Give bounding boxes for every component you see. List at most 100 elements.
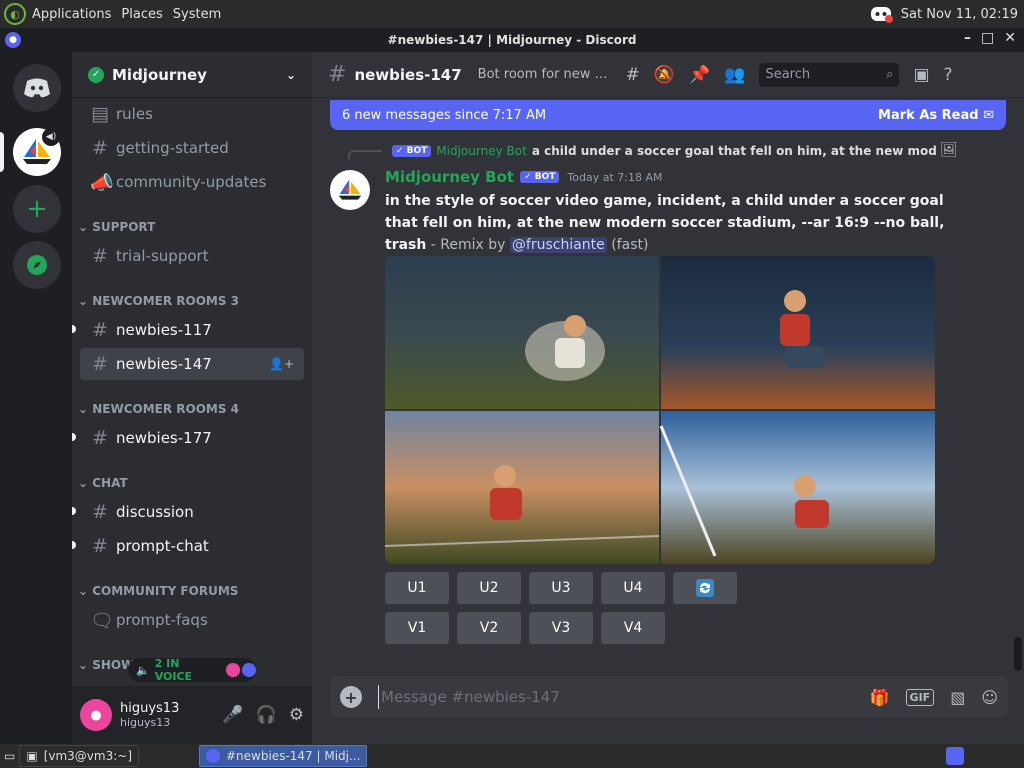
channel-discussion[interactable]: # discussion bbox=[80, 496, 304, 528]
message-header: Midjourney Bot ✓ BOT Today at 7:18 AM bbox=[385, 168, 663, 186]
search-input[interactable]: Search ⌕ bbox=[759, 62, 900, 87]
headphones-icon[interactable]: 🎧 bbox=[256, 705, 277, 725]
gift-icon[interactable]: 🎁 bbox=[870, 688, 890, 707]
server-rail: ◀) + bbox=[0, 52, 72, 744]
category-label: COMMUNITY FORUMS bbox=[92, 584, 239, 598]
avatar[interactable] bbox=[330, 170, 370, 210]
help-icon[interactable]: ? bbox=[944, 65, 953, 85]
server-header[interactable]: ✓ Midjourney ⌄ bbox=[72, 52, 312, 98]
os-top-panel: ◐ Applications Places System Sat Nov 11,… bbox=[0, 0, 1024, 28]
category-chat[interactable]: ⌄ CHAT bbox=[78, 476, 128, 490]
category-newcomer-rooms-3[interactable]: ⌄ NEWCOMER ROOMS 3 bbox=[78, 294, 239, 308]
inbox-icon[interactable]: ▣ bbox=[913, 65, 929, 85]
reply-preview[interactable]: ✓ BOT Midjourney Bot a child under a soc… bbox=[386, 144, 936, 158]
scrollbar[interactable] bbox=[1014, 637, 1022, 671]
variation-button-1[interactable]: V1 bbox=[385, 612, 449, 644]
members-icon[interactable]: 👥 bbox=[724, 65, 745, 85]
channel-prompt-faqs[interactable]: 🗨 prompt-faqs bbox=[80, 604, 304, 636]
voice-indicator-pill[interactable]: 🔈 2 IN VOICE bbox=[128, 657, 257, 683]
direct-messages-button[interactable] bbox=[13, 64, 61, 112]
voice-avatar bbox=[226, 663, 241, 677]
discord-tray-icon[interactable] bbox=[869, 5, 893, 23]
mark-read-icon: ✉ bbox=[983, 107, 994, 123]
user-panel: ● higuys13 higuys13 🎤 🎧 ⚙ bbox=[72, 686, 312, 744]
close-icon[interactable]: ✕ bbox=[1004, 30, 1016, 46]
menu-places[interactable]: Places bbox=[121, 7, 162, 22]
channel-rules[interactable]: ▤ rules bbox=[80, 98, 304, 130]
plus-icon: + bbox=[26, 194, 48, 224]
channel-newbies-117[interactable]: # newbies-117 bbox=[80, 314, 304, 346]
hash-icon: # bbox=[92, 245, 108, 267]
taskbar-item-discord[interactable]: #newbies-147 | Midj... bbox=[199, 745, 368, 767]
channel-header: # newbies-147 Bot room for new us... # 🔕… bbox=[312, 52, 1024, 98]
reply-connector bbox=[348, 150, 382, 160]
explore-servers-button[interactable] bbox=[13, 241, 61, 289]
discord-tray-icon[interactable] bbox=[946, 747, 964, 765]
threads-icon[interactable]: # bbox=[626, 65, 640, 85]
menu-system[interactable]: System bbox=[173, 7, 221, 22]
message-content: in the style of soccer video game, incid… bbox=[385, 190, 945, 256]
hash-thread-icon: # bbox=[92, 353, 108, 375]
message-author[interactable]: Midjourney Bot bbox=[385, 168, 514, 186]
reply-author[interactable]: Midjourney Bot bbox=[436, 144, 527, 158]
category-label: NEWCOMER ROOMS 4 bbox=[92, 402, 240, 416]
avatar[interactable]: ● bbox=[80, 699, 112, 731]
invite-icon[interactable]: 👤+ bbox=[269, 357, 294, 371]
mark-as-read-button[interactable]: Mark As Read ✉ bbox=[878, 108, 994, 123]
channel-sidebar: ✓ Midjourney ⌄ ▤ rules # getting-started 📣… bbox=[72, 52, 312, 744]
taskbar-item-terminal[interactable]: ▣ [vm3@vm3:~] bbox=[19, 745, 139, 767]
category-support[interactable]: ⌄ SUPPORT bbox=[78, 220, 155, 234]
message-input[interactable] bbox=[378, 685, 798, 709]
upscale-button-4[interactable]: U4 bbox=[601, 572, 665, 604]
channel-name: newbies-147 bbox=[354, 65, 462, 84]
discord-app-icon: ● bbox=[5, 32, 21, 48]
channel-label: newbies-117 bbox=[116, 321, 212, 339]
add-server-button[interactable]: + bbox=[13, 185, 61, 233]
user-mention[interactable]: @fruschiante bbox=[509, 237, 607, 253]
window-titlebar: ● #newbies-147 | Midjourney - Discord – … bbox=[0, 28, 1024, 52]
upscale-button-3[interactable]: U3 bbox=[529, 572, 593, 604]
clock[interactable]: Sat Nov 11, 02:19 bbox=[901, 7, 1018, 22]
channel-getting-started[interactable]: # getting-started bbox=[80, 132, 304, 164]
channel-trial-support[interactable]: # trial-support bbox=[80, 240, 304, 272]
channel-label: discussion bbox=[116, 503, 194, 521]
upscale-button-2[interactable]: U2 bbox=[457, 572, 521, 604]
user-info[interactable]: higuys13 higuys13 bbox=[120, 701, 179, 729]
minimize-icon[interactable]: – bbox=[964, 30, 971, 46]
unread-indicator bbox=[72, 325, 76, 333]
menu-applications[interactable]: Applications bbox=[32, 7, 111, 22]
reroll-button[interactable] bbox=[673, 572, 737, 604]
message-timestamp[interactable]: Today at 7:18 AM bbox=[567, 171, 662, 184]
notification-muted-icon[interactable]: 🔕 bbox=[654, 65, 675, 85]
new-messages-banner[interactable]: 6 new messages since 7:17 AM Mark As Rea… bbox=[330, 100, 1006, 130]
bot-badge: ✓ BOT bbox=[520, 171, 560, 183]
upscale-button-1[interactable]: U1 bbox=[385, 572, 449, 604]
channel-label: community-updates bbox=[116, 173, 267, 191]
attach-plus-icon[interactable]: + bbox=[340, 686, 362, 708]
emoji-icon[interactable]: ☺ bbox=[981, 688, 998, 707]
channel-newbies-147[interactable]: # newbies-147 👤+ bbox=[80, 348, 304, 380]
gear-icon[interactable]: ⚙ bbox=[289, 705, 304, 725]
new-messages-text: 6 new messages since 7:17 AM bbox=[342, 107, 547, 123]
task-label: #newbies-147 | Midj... bbox=[226, 749, 361, 763]
variation-button-3[interactable]: V3 bbox=[529, 612, 593, 644]
reply-text: a child under a soccer goal that fell on… bbox=[531, 144, 936, 158]
sticker-icon[interactable]: ▧ bbox=[950, 688, 965, 707]
show-desktop-icon[interactable]: ▭ bbox=[4, 749, 15, 763]
category-community-forums[interactable]: ⌄ COMMUNITY FORUMS bbox=[78, 584, 238, 598]
pin-icon[interactable]: 📌 bbox=[689, 65, 710, 85]
generated-image-grid[interactable] bbox=[385, 256, 935, 564]
hash-thread-icon: # bbox=[328, 62, 347, 87]
maximize-icon[interactable]: □ bbox=[981, 30, 994, 46]
variation-button-2[interactable]: V2 bbox=[457, 612, 521, 644]
channel-community-updates[interactable]: 📣 community-updates bbox=[80, 166, 304, 198]
channel-prompt-chat[interactable]: # prompt-chat bbox=[80, 530, 304, 562]
category-newcomer-rooms-4[interactable]: ⌄ NEWCOMER ROOMS 4 bbox=[78, 402, 239, 416]
channel-newbies-177[interactable]: # newbies-177 bbox=[80, 422, 304, 454]
variation-button-4[interactable]: V4 bbox=[601, 612, 665, 644]
channel-topic[interactable]: Bot room for new us... bbox=[478, 67, 612, 82]
gif-icon[interactable]: GIF bbox=[905, 688, 935, 706]
mute-icon[interactable]: 🎤 bbox=[222, 705, 243, 725]
distro-logo-icon[interactable]: ◐ bbox=[4, 3, 26, 25]
discord-home-icon bbox=[24, 78, 50, 98]
